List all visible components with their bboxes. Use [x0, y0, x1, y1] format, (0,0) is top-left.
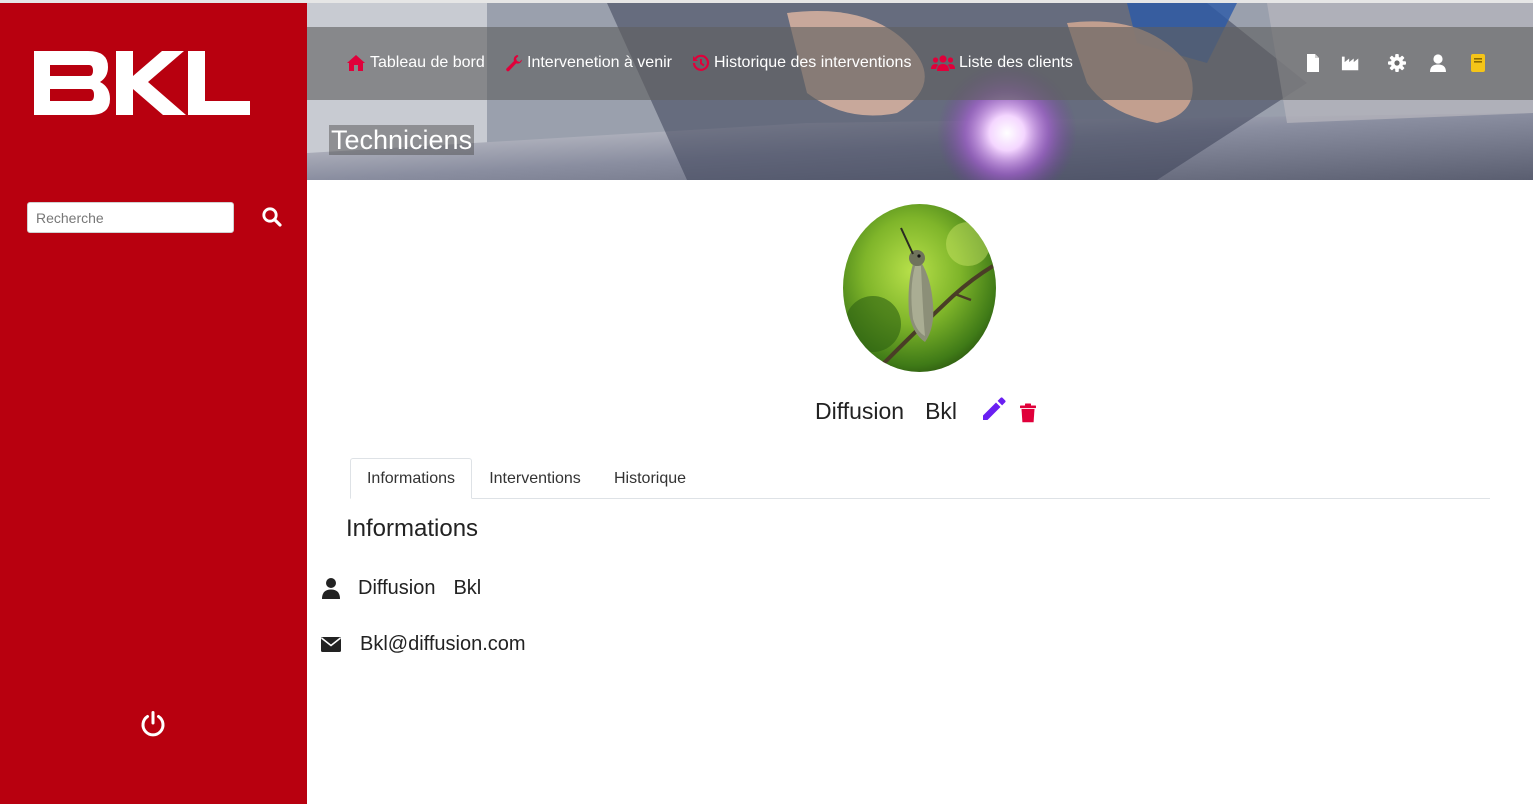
history-icon	[692, 54, 710, 71]
trash-icon[interactable]	[1019, 403, 1037, 423]
factory-icon[interactable]	[1341, 53, 1361, 73]
users-icon	[931, 55, 955, 71]
book-icon[interactable]	[1468, 53, 1488, 73]
nav-dashboard-label: Tableau de bord	[370, 54, 485, 71]
info-email: Bkl@diffusion.com	[360, 632, 526, 655]
search-icon[interactable]	[261, 206, 283, 228]
section-title: Informations	[346, 515, 479, 542]
hummingbird-photo	[843, 204, 996, 372]
tab-historique[interactable]: Historique	[600, 458, 700, 499]
gear-icon[interactable]	[1387, 53, 1407, 73]
user-icon	[322, 578, 340, 599]
home-icon	[347, 55, 365, 71]
tab-informations-label: Informations	[366, 469, 456, 487]
nav-clients-label: Liste des clients	[959, 54, 1073, 71]
nav-intervention-history[interactable]: Historique des interventions	[692, 51, 911, 75]
info-email-row: Bkl@diffusion.com	[320, 631, 526, 657]
tab-interventions[interactable]: Interventions	[474, 458, 596, 499]
nav-dashboard[interactable]: Tableau de bord	[346, 51, 485, 75]
info-last-name: Bkl	[453, 576, 482, 599]
user-icon[interactable]	[1428, 53, 1448, 73]
nav-client-list[interactable]: Liste des clients	[931, 51, 1073, 75]
edit-pencil-icon[interactable]	[980, 395, 1008, 423]
profile-first-name: Diffusion	[815, 397, 905, 424]
avatar	[843, 204, 996, 372]
nav-upcoming-label: Intervenetion à venir	[527, 54, 672, 71]
tab-interventions-label: Interventions	[489, 469, 581, 487]
wrench-icon	[506, 55, 522, 72]
search-input[interactable]	[27, 202, 234, 233]
nav-upcoming-interventions[interactable]: Intervenetion à venir	[505, 51, 672, 75]
profile-last-name: Bkl	[925, 397, 958, 424]
power-icon[interactable]	[139, 710, 167, 738]
file-icon[interactable]	[1303, 53, 1323, 73]
info-first-name: Diffusion	[358, 576, 436, 599]
page-title: Techniciens	[329, 125, 475, 155]
profile-name: Diffusion Bkl	[815, 396, 957, 426]
sidebar	[0, 3, 307, 804]
header-banner: Tableau de bord Intervenetion à venir Hi…	[307, 3, 1533, 180]
info-name-row: Diffusion Bkl	[320, 575, 481, 601]
tab-informations[interactable]: Informations	[350, 458, 472, 499]
nav-history-label: Historique des interventions	[714, 54, 912, 71]
envelope-icon	[321, 637, 341, 652]
bkl-logo[interactable]	[34, 49, 250, 117]
tab-historique-label: Historique	[613, 469, 687, 487]
